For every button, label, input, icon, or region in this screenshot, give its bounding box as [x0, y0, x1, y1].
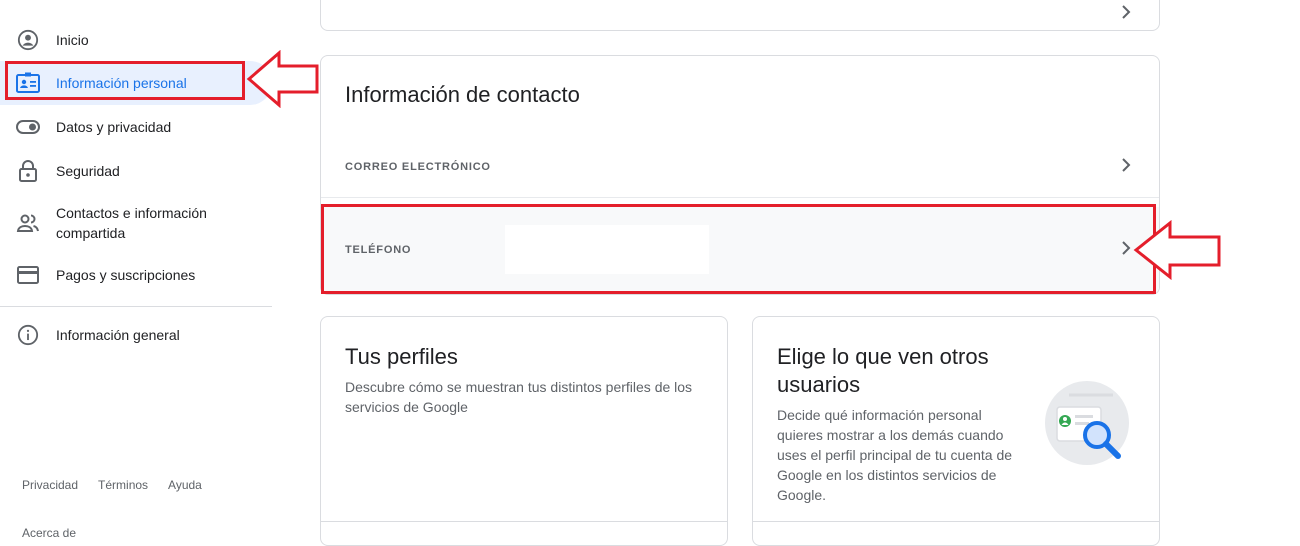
sidebar: Inicio Información personal Datos y priv… [0, 0, 272, 540]
email-label: CORREO ELECTRÓNICO [345, 160, 491, 173]
credit-card-icon [16, 263, 40, 287]
sidebar-item-label: Datos y privacidad [56, 119, 172, 135]
contact-info-title: Información de contacto [345, 82, 580, 107]
phone-row[interactable]: TELÉFONO [321, 207, 1159, 292]
sidebar-item-label: Inicio [56, 32, 89, 48]
terms-link[interactable]: Términos [98, 478, 148, 492]
people-icon [16, 211, 40, 235]
sidebar-item-label: Pagos y suscripciones [56, 267, 196, 283]
sidebar-item-pagos[interactable]: Pagos y suscripciones [0, 253, 272, 297]
annotation-arrow-left-icon [1133, 220, 1221, 280]
card-divider [321, 521, 727, 522]
sidebar-item-datos-y-privacidad[interactable]: Datos y privacidad [0, 105, 272, 149]
privacy-link[interactable]: Privacidad [22, 478, 78, 492]
contact-info-card: Información de contacto CORREO ELECTRÓNI… [320, 55, 1160, 295]
redacted-phone-value [505, 225, 709, 274]
profiles-description: Descubre cómo se muestran tus distintos … [345, 379, 693, 415]
sidebar-item-contactos[interactable]: Contactos e información compartida [0, 195, 272, 251]
chevron-right-icon [1121, 241, 1131, 258]
phone-label: TELÉFONO [345, 243, 412, 256]
profile-search-illustration-icon [1045, 381, 1129, 465]
sidebar-item-seguridad[interactable]: Seguridad [0, 149, 272, 193]
annotation-arrow-left-icon [246, 50, 319, 108]
footer-links: Privacidad Términos Ayuda [22, 478, 202, 492]
choose-description: Decide qué información personal quieres … [777, 407, 1013, 503]
choose-visibility-card[interactable]: Elige lo que ven otros usuarios Decide q… [752, 316, 1160, 546]
choose-title: Elige lo que ven otros usuarios [777, 344, 989, 397]
sidebar-item-label: Información personal [56, 75, 187, 91]
id-card-icon [16, 71, 40, 95]
sidebar-item-label: Seguridad [56, 163, 120, 179]
lock-icon [16, 159, 40, 183]
profiles-card[interactable]: Tus perfiles Descubre cómo se muestran t… [320, 316, 728, 546]
info-icon [16, 323, 40, 347]
previous-card [320, 0, 1160, 31]
chevron-right-icon[interactable] [1121, 5, 1131, 24]
sidebar-item-informacion-general[interactable]: Información general [0, 313, 272, 357]
sidebar-item-informacion-personal[interactable]: Información personal [0, 61, 272, 105]
about-link[interactable]: Acerca de [22, 526, 76, 540]
sidebar-item-label: Contactos e información compartida [56, 205, 207, 241]
chevron-right-icon [1121, 158, 1131, 175]
sidebar-item-label: Información general [56, 327, 180, 343]
sidebar-divider [0, 306, 272, 307]
sidebar-item-inicio[interactable]: Inicio [0, 18, 272, 62]
card-divider [753, 521, 1159, 522]
help-link[interactable]: Ayuda [168, 478, 202, 492]
toggle-icon [16, 115, 40, 139]
profiles-title: Tus perfiles [345, 344, 458, 369]
account-circle-icon [16, 28, 40, 52]
email-row[interactable]: CORREO ELECTRÓNICO [321, 136, 1159, 198]
